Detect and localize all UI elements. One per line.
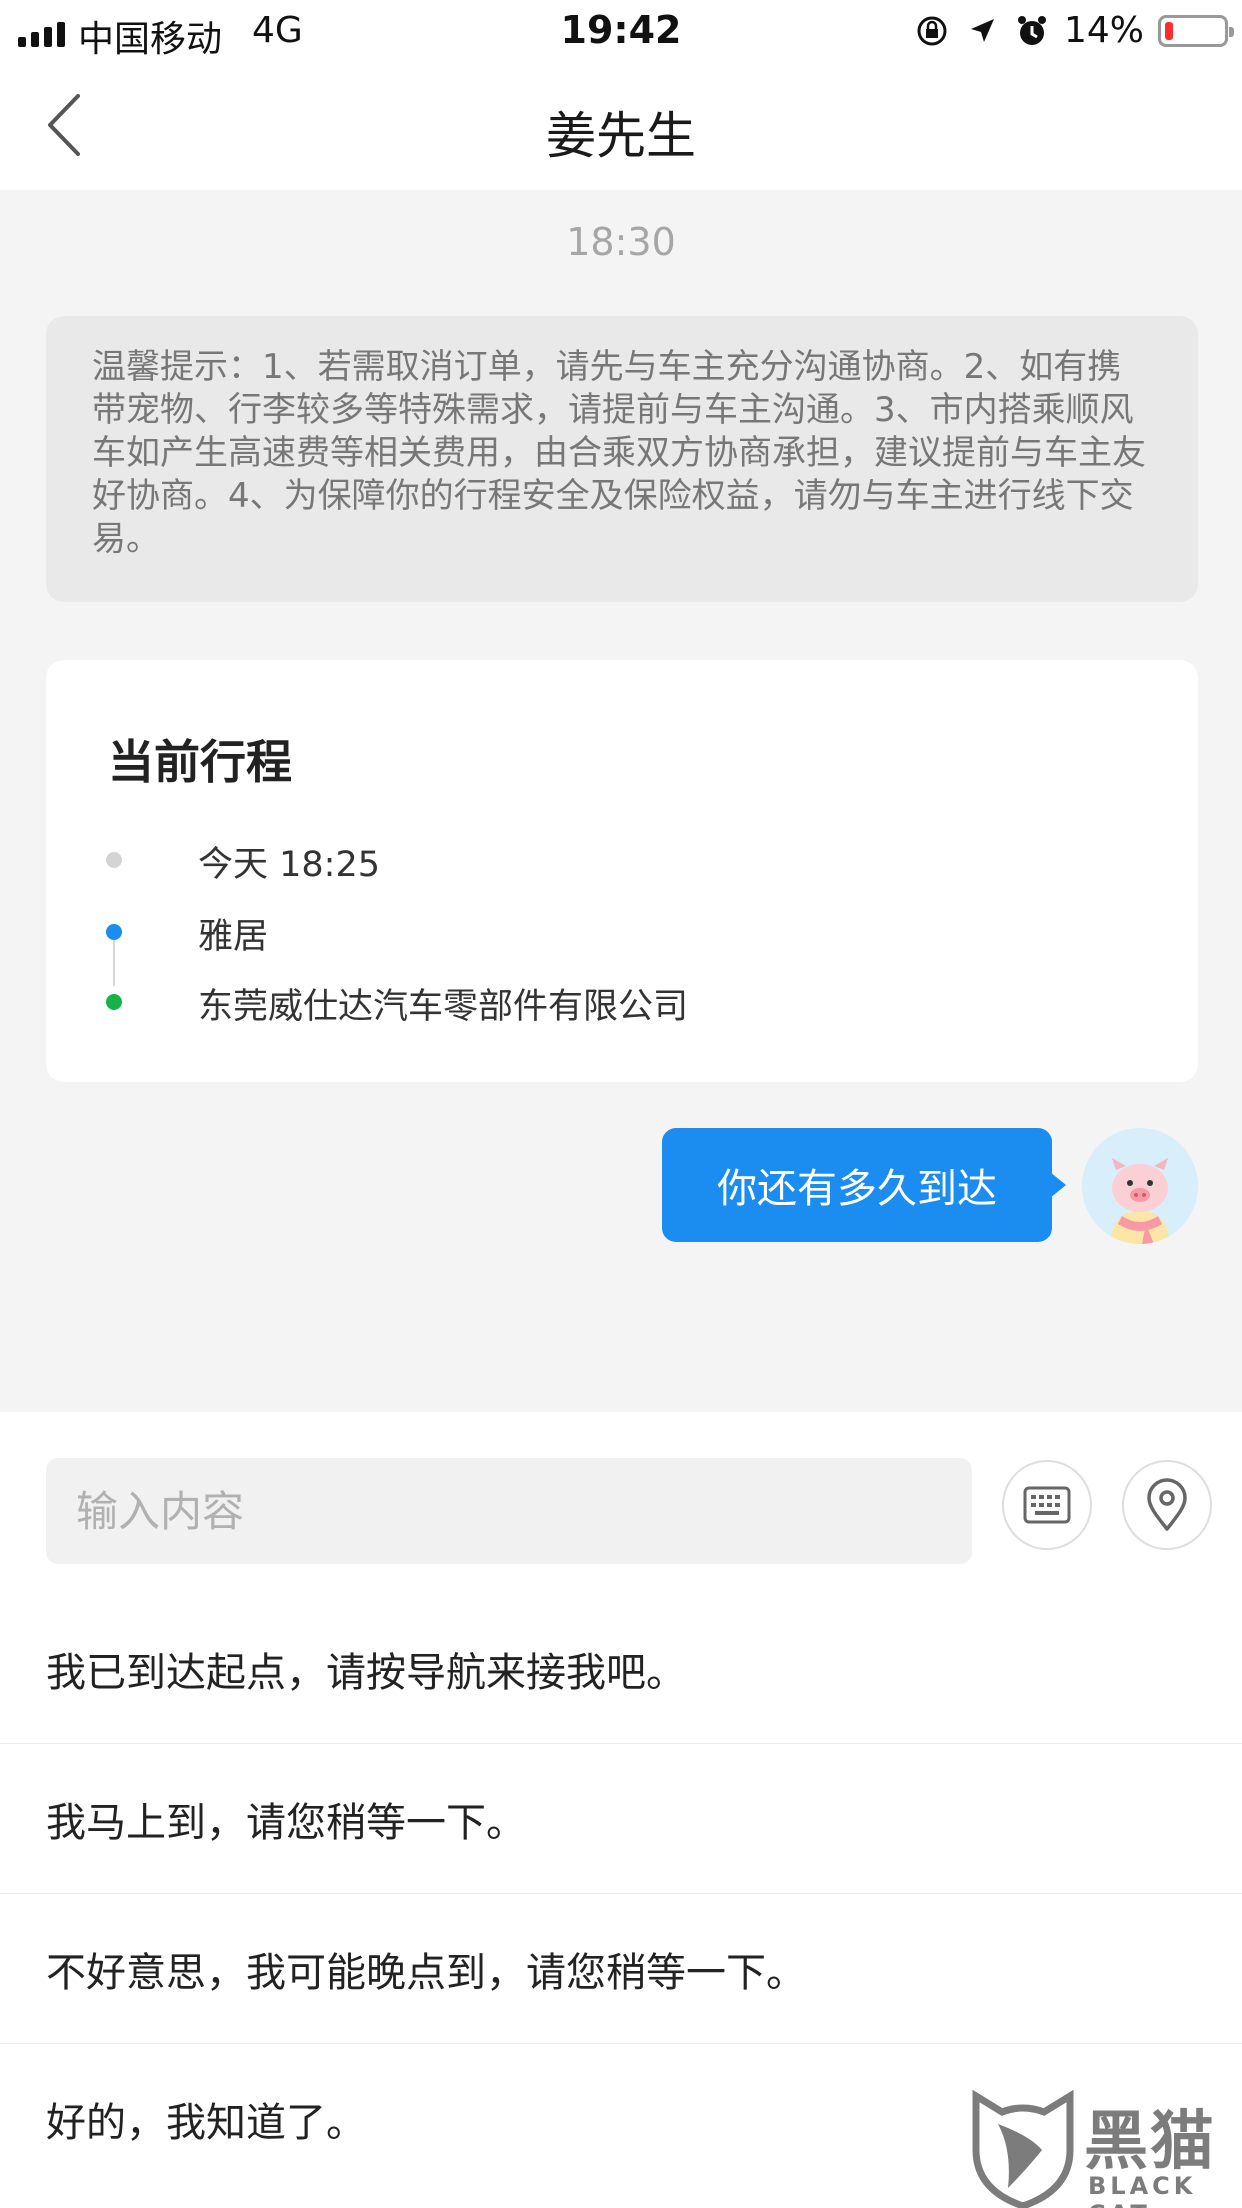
quick-reply-item[interactable]: 我马上到，请您稍等一下。: [0, 1744, 1242, 1894]
status-bar: 中国移动 4G 19:42 14%: [0, 0, 1242, 62]
trip-card-title: 当前行程: [108, 735, 292, 789]
navigation-bar: 姜先生: [0, 62, 1242, 190]
trip-origin: 雅居: [198, 917, 269, 957]
trip-destination: 东莞威仕达汽车零部件有限公司: [198, 987, 689, 1027]
chat-timestamp: 18:30: [566, 220, 676, 264]
battery-level: [1165, 21, 1173, 40]
location-pin-icon: [1147, 1478, 1187, 1531]
message-input[interactable]: [46, 1458, 972, 1564]
route-connector: [113, 940, 115, 986]
pig-avatar-icon: [1082, 1128, 1198, 1244]
quick-reply-item[interactable]: 不好意思，我可能晚点到，请您稍等一下。: [0, 1894, 1242, 2044]
page-title: 姜先生: [546, 107, 696, 165]
quick-reply-item[interactable]: 我已到达起点，请按导航来接我吧。: [0, 1594, 1242, 1744]
battery-icon: [1158, 14, 1234, 47]
avatar[interactable]: [1082, 1128, 1198, 1244]
battery-percentage: 14%: [1063, 10, 1144, 51]
cat-shield-logo-icon: [972, 2090, 1074, 2208]
chat-screen: 中国移动 4G 19:42 14% 姜先生 18:30 温馨提示：1、若需取消订…: [0, 0, 1242, 2208]
time-dot-icon: [106, 852, 122, 868]
black-cat-watermark: 黑猫 BLACK CAT: [968, 2090, 1242, 2208]
origin-dot-icon: [106, 924, 122, 940]
keyboard-icon: [1023, 1486, 1071, 1524]
watermark-text: 黑猫: [1084, 2105, 1216, 2179]
keyboard-button[interactable]: [1002, 1460, 1092, 1550]
alarm-icon: [1014, 13, 1050, 49]
destination-dot-icon: [106, 994, 122, 1010]
location-arrow-icon: [964, 13, 1000, 49]
message-input-bar: [0, 1412, 1242, 1594]
outgoing-message: 你还有多久到达: [638, 1128, 1198, 1244]
status-icons: 14%: [914, 10, 1234, 51]
location-button[interactable]: [1122, 1460, 1212, 1550]
watermark-subtext: BLACK CAT: [1088, 2172, 1197, 2208]
chat-area[interactable]: 18:30 温馨提示：1、若需取消订单，请先与车主充分沟通协商。2、如有携带宠物…: [0, 190, 1242, 1412]
trip-time: 今天 18:25: [198, 845, 380, 885]
current-trip-card[interactable]: 当前行程 今天 18:25 雅居 东莞威仕达汽车零部件有限公司: [46, 660, 1198, 1082]
rotation-lock-icon: [914, 13, 950, 49]
message-bubble[interactable]: 你还有多久到达: [662, 1128, 1066, 1242]
safety-tips: 温馨提示：1、若需取消订单，请先与车主充分沟通协商。2、如有携带宠物、行李较多等…: [46, 316, 1198, 602]
